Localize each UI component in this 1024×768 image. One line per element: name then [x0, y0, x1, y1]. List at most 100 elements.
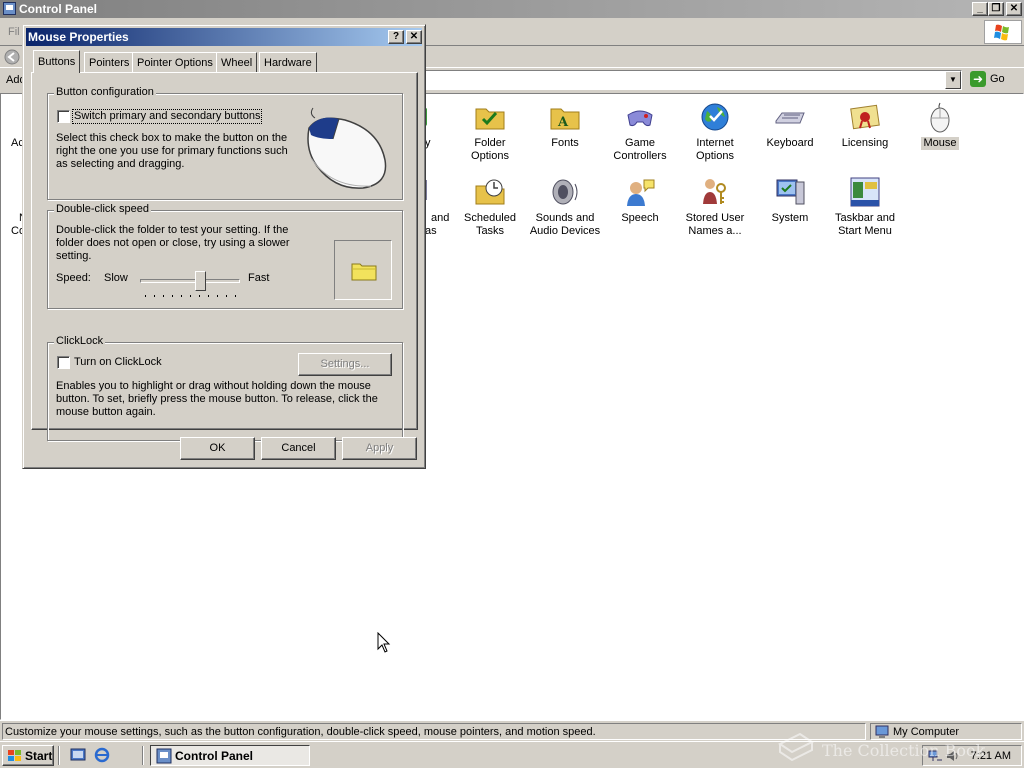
- test-folder-area[interactable]: [334, 240, 392, 300]
- control-panel-item-system[interactable]: System: [752, 176, 828, 225]
- double-click-speed-track[interactable]: [140, 279, 240, 283]
- show-desktop-icon[interactable]: [70, 747, 86, 763]
- tab-hardware[interactable]: Hardware: [259, 52, 317, 72]
- dialog-titlebar[interactable]: Mouse Properties ? ✕: [26, 28, 422, 46]
- partial-label-row2d: as: [425, 225, 437, 237]
- button-config-description: Select this check box to make the button…: [56, 132, 288, 170]
- mouse-properties-dialog: Mouse Properties ? ✕ Buttons Pointers Po…: [22, 24, 426, 469]
- speed-label: Speed:: [56, 272, 91, 285]
- go-label: Go: [990, 73, 1005, 85]
- slider-tick: [235, 295, 236, 297]
- start-button[interactable]: Start: [2, 745, 54, 766]
- mouse-cursor-icon: [377, 632, 391, 653]
- back-arrow-icon[interactable]: [4, 49, 20, 65]
- control-panel-item-speech[interactable]: Speech: [602, 176, 678, 225]
- clicklock-settings-button[interactable]: Settings...: [298, 353, 392, 376]
- folder-options-icon: [475, 108, 505, 130]
- group-clicklock: ClickLock Turn on ClickLock Settings... …: [47, 335, 403, 441]
- switch-buttons-label[interactable]: Switch primary and secondary buttons: [71, 109, 263, 124]
- control-panel-item-stored-user-names[interactable]: Stored User Names a...: [677, 176, 753, 238]
- slider-tick: [145, 295, 146, 297]
- clicklock-label[interactable]: Turn on ClickLock: [74, 356, 162, 369]
- close-window-button[interactable]: ✕: [1006, 2, 1022, 16]
- control-panel-item-mouse[interactable]: Mouse: [902, 101, 978, 150]
- control-panel-item-folder-options[interactable]: Folder Options: [452, 101, 528, 163]
- control-panel-item-licensing[interactable]: Licensing: [827, 101, 903, 150]
- internet-explorer-icon[interactable]: [94, 747, 110, 763]
- internet-options-icon: [701, 103, 729, 131]
- windows-logo-icon: [984, 20, 1022, 44]
- cancel-button[interactable]: Cancel: [261, 437, 336, 460]
- quicklaunch-separator: [58, 746, 60, 765]
- menu-file-partial[interactable]: Fil: [8, 26, 20, 38]
- help-button[interactable]: ?: [388, 30, 404, 44]
- watermark: The Collection Book: [778, 732, 1024, 768]
- licensing-icon: [850, 104, 880, 130]
- group-legend-clicklock: ClickLock: [54, 335, 106, 347]
- slow-label: Slow: [104, 272, 128, 284]
- fast-label: Fast: [248, 272, 270, 284]
- keyboard-icon: [775, 112, 805, 124]
- control-panel-item-internet-options[interactable]: Internet Options: [677, 101, 753, 163]
- minimize-button[interactable]: _: [972, 2, 988, 16]
- slider-tick: [172, 295, 173, 297]
- clicklock-checkbox[interactable]: [57, 356, 70, 369]
- control-panel-item-scheduled-tasks[interactable]: Scheduled Tasks: [452, 176, 528, 238]
- test-folder-icon[interactable]: [351, 261, 377, 281]
- switch-buttons-checkbox[interactable]: [57, 110, 70, 123]
- fonts-icon: A: [550, 108, 580, 130]
- go-arrow-icon: ➜: [970, 71, 986, 87]
- go-button[interactable]: ➜ Go: [970, 71, 1005, 89]
- double-click-speed-slider[interactable]: [195, 271, 206, 291]
- control-panel-icon[interactable]: [3, 2, 16, 15]
- control-panel-item-keyboard[interactable]: Keyboard: [752, 101, 828, 150]
- apply-button[interactable]: Apply: [342, 437, 417, 460]
- group-button-configuration: Button configuration Switch primary and …: [47, 86, 403, 200]
- taskbar-separator: [142, 746, 144, 765]
- restore-button[interactable]: ❐: [988, 2, 1004, 16]
- slider-tick: [163, 295, 164, 297]
- mouse-illustration-icon: [307, 107, 387, 189]
- dialog-close-button[interactable]: ✕: [406, 30, 422, 44]
- control-panel-item-sounds[interactable]: Sounds and Audio Devices: [527, 176, 603, 238]
- slider-tick: [181, 295, 182, 297]
- taskbar-start-menu-icon: [850, 177, 880, 207]
- taskbar-button-label: Control Panel: [175, 749, 254, 763]
- slider-tick: [208, 295, 209, 297]
- start-label: Start: [25, 749, 53, 763]
- mouse-icon: [930, 102, 950, 133]
- dialog-title: Mouse Properties: [28, 30, 129, 44]
- tab-wheel[interactable]: Wheel: [216, 52, 258, 72]
- taskbar-button-control-panel[interactable]: Control Panel: [150, 745, 310, 766]
- group-legend-double-click: Double-click speed: [54, 203, 151, 215]
- address-dropdown-icon[interactable]: ▼: [945, 71, 961, 89]
- group-legend-button-configuration: Button configuration: [54, 86, 156, 98]
- clicklock-description: Enables you to highlight or drag without…: [56, 380, 378, 418]
- system-icon: [776, 179, 805, 205]
- speed-label-text: Speed:: [56, 272, 91, 284]
- slider-tick: [217, 295, 218, 297]
- game-controllers-icon: [627, 110, 653, 127]
- svg-text:A: A: [557, 115, 569, 130]
- watermark-book-icon: [778, 732, 814, 762]
- control-panel-task-icon: [156, 748, 172, 764]
- windows-flag-icon: [8, 750, 21, 761]
- control-panel-item-fonts[interactable]: A Fonts: [527, 101, 603, 150]
- tab-pointer-options[interactable]: Pointer Options: [132, 52, 218, 72]
- control-panel-item-game-controllers[interactable]: Game Controllers: [602, 101, 678, 163]
- control-panel-titlebar[interactable]: Control Panel _ ❐ ✕: [0, 0, 1024, 18]
- slider-tick: [199, 295, 200, 297]
- tab-buttons[interactable]: Buttons: [33, 50, 81, 73]
- tab-panel-buttons: Button configuration Switch primary and …: [31, 72, 418, 441]
- double-click-description: Double-click the folder to test your set…: [56, 224, 290, 262]
- control-panel-item-taskbar-start-menu[interactable]: Taskbar and Start Menu: [827, 176, 903, 238]
- control-panel-title: Control Panel: [19, 2, 98, 16]
- watermark-text: The Collection Book: [822, 740, 986, 760]
- status-text: Customize your mouse settings, such as t…: [2, 723, 866, 740]
- ok-button[interactable]: OK: [180, 437, 255, 460]
- sounds-icon: [552, 179, 578, 205]
- slider-tick: [226, 295, 227, 297]
- speech-icon: [627, 179, 655, 206]
- stored-user-names-icon: [703, 179, 726, 204]
- tab-pointers[interactable]: Pointers: [84, 52, 135, 72]
